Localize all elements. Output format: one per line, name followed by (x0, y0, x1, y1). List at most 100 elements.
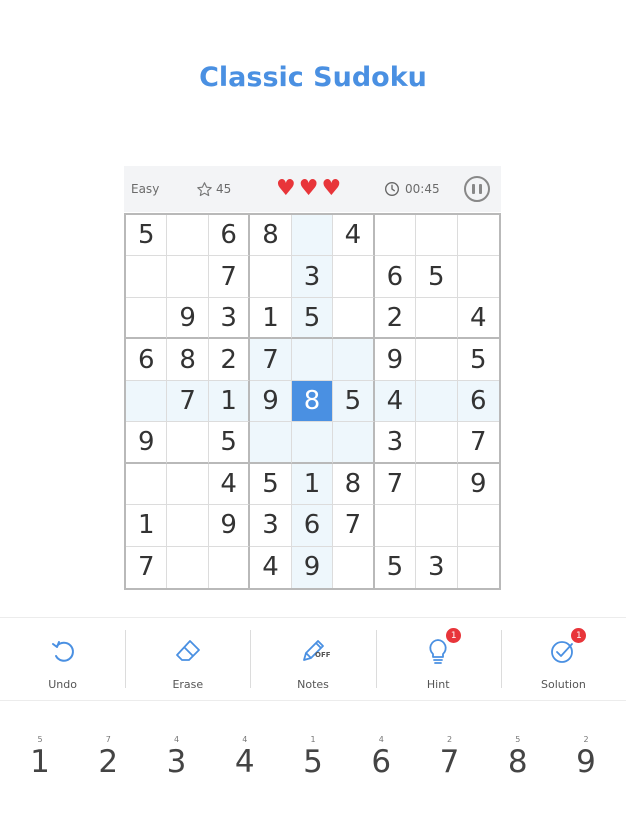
board-cell[interactable] (126, 256, 168, 298)
board-cell[interactable]: 6 (457, 380, 499, 423)
board-cell[interactable] (167, 505, 209, 547)
board-cell[interactable] (458, 547, 499, 588)
number-key-digit: 8 (507, 744, 528, 780)
board-cell[interactable]: 2 (374, 297, 417, 340)
board-cell[interactable]: 3 (250, 505, 292, 547)
board-cell[interactable]: 5 (333, 380, 375, 423)
board-cell[interactable] (374, 505, 417, 547)
board-cell[interactable]: 8 (167, 339, 209, 381)
board-cell[interactable]: 1 (250, 297, 292, 340)
board-cell[interactable] (374, 215, 417, 257)
board-cell[interactable]: 3 (208, 297, 251, 340)
number-key-1[interactable]: 51 (24, 735, 56, 795)
board-cell[interactable]: 9 (208, 505, 251, 547)
number-key-6[interactable]: 46 (365, 735, 397, 795)
board-cell[interactable]: 1 (291, 463, 334, 506)
board-cell[interactable] (416, 215, 458, 257)
board-cell[interactable] (416, 297, 458, 340)
board-cell[interactable] (250, 422, 292, 464)
board-cell[interactable]: 9 (167, 297, 209, 340)
notes-button[interactable]: OFF Notes (250, 618, 375, 700)
number-key-4[interactable]: 44 (229, 735, 261, 795)
board-cell[interactable]: 3 (374, 422, 417, 464)
board-cell[interactable]: 5 (457, 339, 499, 381)
action-toolbar: Undo Erase OFF Notes 1 Hint 1 Solution (0, 617, 626, 701)
board-cell[interactable]: 5 (416, 256, 458, 298)
board-cell[interactable] (416, 463, 458, 506)
board-cell[interactable]: 5 (208, 422, 251, 464)
board-cell[interactable] (457, 505, 499, 547)
pause-button[interactable] (464, 176, 490, 202)
board-cell[interactable] (333, 339, 375, 381)
board-cell[interactable]: 5 (126, 215, 168, 257)
number-key-7[interactable]: 27 (434, 735, 466, 795)
board-cell[interactable]: 6 (126, 339, 168, 381)
board-cell[interactable] (250, 256, 292, 298)
board-cell[interactable]: 9 (250, 380, 292, 423)
board-cell[interactable]: 9 (126, 422, 168, 464)
solution-button[interactable]: 1 Solution (500, 618, 626, 700)
board-cell[interactable] (333, 546, 375, 588)
board-cell[interactable] (416, 422, 458, 464)
number-key-3[interactable]: 43 (161, 735, 193, 795)
board-cell[interactable]: 7 (167, 380, 209, 423)
board-cell[interactable]: 8 (250, 215, 292, 257)
board-cell[interactable] (457, 215, 499, 257)
board-cell[interactable]: 5 (250, 463, 292, 506)
board-cell[interactable] (457, 256, 499, 298)
board-cell[interactable] (126, 297, 168, 340)
board-cell[interactable] (167, 463, 209, 506)
board-cell[interactable]: 6 (374, 256, 417, 298)
board-cell[interactable] (167, 215, 209, 257)
board-cell[interactable] (416, 339, 458, 381)
eraser-icon (175, 640, 200, 661)
board-cell[interactable] (333, 256, 375, 298)
board-cell[interactable]: 4 (250, 546, 292, 588)
board-cell[interactable] (167, 546, 209, 588)
board-cell[interactable]: 8 (333, 463, 375, 506)
board-cell[interactable] (333, 422, 375, 464)
board-cell[interactable] (416, 505, 458, 547)
board-cell[interactable]: 7 (126, 546, 168, 588)
number-key-9[interactable]: 29 (570, 735, 602, 795)
board-cell[interactable]: 7 (374, 463, 417, 506)
board-cell[interactable]: 4 (208, 463, 251, 506)
number-key-2[interactable]: 72 (92, 735, 124, 795)
erase-button[interactable]: Erase (125, 618, 250, 700)
board-cell[interactable]: 3 (416, 546, 458, 588)
board-cell[interactable]: 5 (291, 297, 334, 340)
board-cell[interactable]: 7 (333, 505, 375, 547)
board-cell[interactable] (167, 256, 209, 298)
board-cell[interactable] (291, 215, 334, 257)
board-cell[interactable]: 4 (333, 215, 375, 257)
board-cell[interactable]: 1 (126, 505, 168, 547)
hint-button[interactable]: 1 Hint (375, 618, 501, 700)
board-cell[interactable]: 1 (208, 380, 251, 423)
number-key-8[interactable]: 58 (502, 735, 534, 795)
board-cell[interactable]: 6 (208, 215, 251, 257)
board-cell[interactable]: 4 (374, 380, 417, 423)
undo-button[interactable]: Undo (0, 618, 125, 700)
board-cell[interactable] (209, 546, 251, 588)
number-key-5[interactable]: 15 (297, 735, 329, 795)
board-cell[interactable]: 9 (374, 339, 417, 381)
board-cell[interactable] (416, 380, 458, 423)
board-cell[interactable]: 6 (291, 505, 334, 547)
board-cell[interactable] (126, 380, 168, 423)
board-cell[interactable]: 7 (250, 339, 292, 381)
board-cell[interactable]: 7 (457, 422, 499, 464)
board-cell[interactable]: 2 (208, 339, 251, 381)
board-cell[interactable]: 7 (208, 256, 251, 298)
board-cell[interactable]: 9 (457, 464, 499, 506)
board-cell[interactable]: 3 (291, 256, 334, 298)
board-cell[interactable] (291, 422, 334, 464)
number-key-digit: 2 (98, 744, 119, 780)
board-cell[interactable] (333, 297, 375, 340)
board-cell[interactable]: 4 (457, 298, 499, 340)
board-cell[interactable] (126, 463, 168, 506)
board-cell[interactable]: 8 (291, 380, 334, 423)
board-cell[interactable] (291, 339, 334, 381)
board-cell[interactable]: 5 (375, 546, 417, 588)
board-cell[interactable]: 9 (291, 546, 334, 588)
board-cell[interactable] (167, 422, 209, 464)
